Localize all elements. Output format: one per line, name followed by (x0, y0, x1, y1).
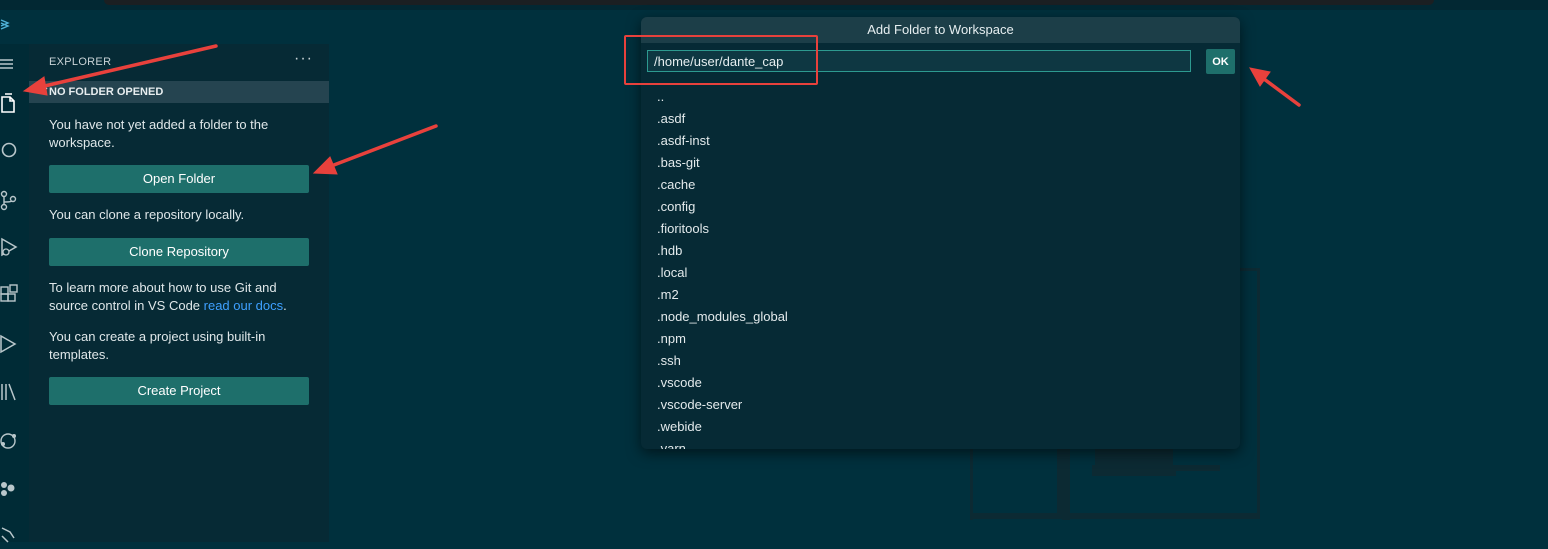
directory-item[interactable]: .config (641, 199, 1240, 221)
directory-item[interactable]: .local (641, 265, 1240, 287)
directory-item[interactable]: .vscode-server (641, 397, 1240, 419)
top-frame (0, 0, 1548, 10)
explorer-icon[interactable] (0, 92, 20, 116)
activity-bar (0, 44, 29, 543)
ok-button[interactable]: OK (1206, 49, 1235, 74)
directory-item[interactable]: .asdf (641, 111, 1240, 133)
directory-item[interactable]: .hdb (641, 243, 1240, 265)
cloud-icon[interactable] (0, 477, 20, 501)
app-logo-icon (0, 19, 10, 30)
annotation-arrowhead (1249, 67, 1271, 87)
clone-text: You can clone a repository locally. (49, 207, 245, 222)
directory-item[interactable]: .cache (641, 177, 1240, 199)
directory-item[interactable]: .. (641, 89, 1240, 111)
explorer-sidebar: EXPLORER ··· NO FOLDER OPENED You have n… (29, 44, 329, 542)
clone-repository-button[interactable]: Clone Repository (49, 238, 309, 266)
directory-list: .. .asdf .asdf-inst .bas-git .cache .config .f… (641, 89, 1240, 449)
directory-item[interactable]: .webide (641, 419, 1240, 441)
search-icon[interactable] (0, 139, 20, 163)
directory-item[interactable]: .fioritools (641, 221, 1240, 243)
directory-item[interactable]: .npm (641, 331, 1240, 353)
top-frame-inner (104, 0, 1434, 5)
directory-item[interactable]: .yarn (641, 441, 1240, 449)
annotation-arrow (324, 124, 438, 170)
directory-item[interactable]: .bas-git (641, 155, 1240, 177)
more-actions-icon[interactable]: ··· (294, 50, 313, 68)
extensions-icon[interactable] (0, 284, 20, 308)
menu-icon[interactable] (0, 54, 20, 78)
read-docs-link[interactable]: read our docs (204, 298, 284, 313)
no-folder-section[interactable]: NO FOLDER OPENED (29, 81, 329, 103)
git-docs-text: To learn more about how to use Git and s… (49, 279, 294, 315)
create-project-button[interactable]: Create Project (49, 377, 309, 405)
directory-item[interactable]: .vscode (641, 375, 1240, 397)
more-icon[interactable] (0, 522, 20, 546)
run-icon[interactable] (0, 333, 20, 357)
create-project-text: You can create a project using built-in … (49, 329, 266, 362)
no-folder-text: You have not yet added a folder to the w… (49, 117, 269, 150)
git-docs-text-end: . (283, 298, 287, 313)
remote-icon[interactable] (0, 430, 20, 454)
directory-item[interactable]: .ssh (641, 353, 1240, 375)
directory-item[interactable]: .asdf-inst (641, 133, 1240, 155)
run-debug-icon[interactable] (0, 236, 20, 260)
explorer-title: EXPLORER (49, 56, 112, 68)
directory-item[interactable]: .node_modules_global (641, 309, 1240, 331)
annotation-highlight-box (624, 35, 818, 85)
library-icon[interactable] (0, 381, 20, 405)
open-folder-button[interactable]: Open Folder (49, 165, 309, 193)
annotation-arrow (1258, 74, 1301, 107)
directory-item[interactable]: .m2 (641, 287, 1240, 309)
chevron-down-icon (38, 87, 48, 93)
section-title: NO FOLDER OPENED (49, 86, 164, 98)
source-control-icon[interactable] (0, 189, 20, 213)
